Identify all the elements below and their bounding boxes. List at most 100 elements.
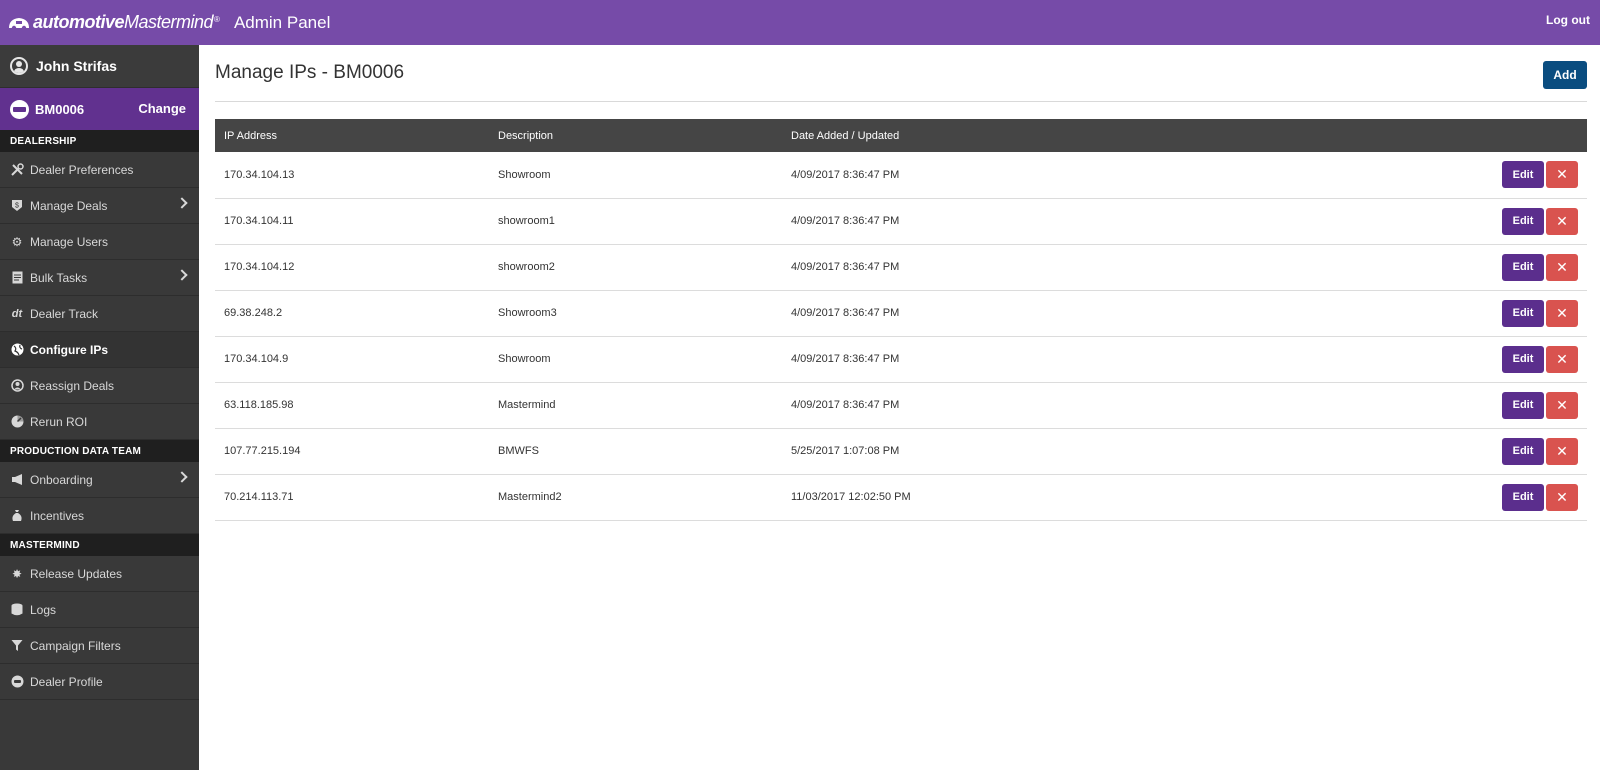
column-header-description: Description [498, 129, 554, 142]
delete-button[interactable]: ✕ [1546, 207, 1578, 235]
ip-address-cell: 170.34.104.12 [215, 244, 489, 291]
actions-cell: Edit ✕ [1182, 382, 1587, 429]
chevron-right-icon [176, 471, 188, 483]
app-title: Admin Panel [233, 12, 331, 32]
date-cell: 4/09/2017 8:36:47 PM [782, 244, 1182, 291]
description-cell: Showroom [489, 152, 782, 199]
logo-text-regular: Mastermind [124, 12, 214, 32]
user-circle-icon [10, 379, 24, 393]
user-profile[interactable]: John Strifas [0, 45, 199, 88]
top-bar: automotive Mastermind ® Admin Panel Log ou… [0, 0, 1600, 45]
sidebar-item-label: Bulk Tasks [30, 270, 88, 285]
change-dealer-link[interactable]: Change [138, 101, 186, 116]
edit-button[interactable]: Edit [1502, 391, 1544, 419]
delete-button[interactable]: ✕ [1546, 345, 1578, 373]
filter-icon [10, 639, 24, 653]
page-title: Manage IPs - BM0006 [215, 62, 405, 83]
section-heading-production-data-team: PRODUCTION DATA TEAM [0, 440, 199, 462]
ip-address-cell: 170.34.104.9 [215, 336, 489, 383]
description-cell: Showroom3 [489, 290, 782, 337]
add-ip-button[interactable]: Add [1543, 61, 1587, 89]
description-cell: Mastermind2 [489, 474, 782, 521]
sidebar-item-campaign-filters[interactable]: Campaign Filters [0, 628, 199, 664]
sidebar-item-configure-ips[interactable]: Configure IPs [0, 332, 199, 368]
ip-address-cell: 63.118.185.98 [215, 382, 489, 429]
edit-button[interactable]: Edit [1502, 253, 1544, 281]
document-icon [10, 271, 24, 285]
table-header-row: IP Address Description Date Added / Upda… [215, 119, 1587, 152]
car-icon [10, 675, 24, 689]
delete-button[interactable]: ✕ [1546, 483, 1578, 511]
dollar-shield-icon: $ [10, 199, 24, 213]
edit-button[interactable]: Edit [1502, 483, 1544, 511]
sidebar-item-label: Manage Deals [30, 198, 108, 213]
date-cell: 11/03/2017 12:02:50 PM [782, 474, 1182, 521]
delete-button[interactable]: ✕ [1546, 391, 1578, 419]
sidebar-item-dealer-track[interactable]: dt Dealer Track [0, 296, 199, 332]
actions-cell: Edit ✕ [1182, 244, 1587, 291]
date-cell: 4/09/2017 8:36:47 PM [782, 336, 1182, 383]
sidebar-item-dealer-profile[interactable]: Dealer Profile [0, 664, 199, 700]
ip-address-cell: 170.34.104.11 [215, 198, 489, 245]
sidebar-item-incentives[interactable]: Incentives [0, 498, 199, 534]
table-row: 170.34.104.9 Showroom 4/09/2017 8:36:47 … [215, 336, 1587, 383]
car-logo-icon [9, 17, 29, 30]
globe-icon [10, 343, 24, 357]
money-bag-icon [10, 509, 24, 523]
table-row: 107.77.215.194 BMWFS 5/25/2017 1:07:08 P… [215, 428, 1587, 475]
sidebar-item-bulk-tasks[interactable]: Bulk Tasks [0, 260, 199, 296]
description-cell: BMWFS [489, 428, 782, 475]
close-icon: ✕ [1556, 488, 1568, 505]
logo-text-bold: automotive [33, 12, 125, 32]
date-cell: 4/09/2017 8:36:47 PM [782, 382, 1182, 429]
edit-button[interactable]: Edit [1502, 437, 1544, 465]
column-header-date: Date Added / Updated [791, 129, 900, 142]
sidebar-item-rerun-roi[interactable]: Rerun ROI [0, 404, 199, 440]
sidebar-item-label: Dealer Preferences [30, 162, 134, 177]
sidebar-item-onboarding[interactable]: Onboarding [0, 462, 199, 498]
ip-address-cell: 107.77.215.194 [215, 428, 489, 475]
actions-cell: Edit ✕ [1182, 474, 1587, 521]
actions-cell: Edit ✕ [1182, 290, 1587, 337]
edit-button[interactable]: Edit [1502, 299, 1544, 327]
delete-button[interactable]: ✕ [1546, 437, 1578, 465]
date-cell: 5/25/2017 1:07:08 PM [782, 428, 1182, 475]
sidebar-item-manage-deals[interactable]: $ Manage Deals [0, 188, 199, 224]
date-cell: 4/09/2017 8:36:47 PM [782, 198, 1182, 245]
edit-button[interactable]: Edit [1502, 345, 1544, 373]
edit-button[interactable]: Edit [1502, 207, 1544, 235]
dealer-code: BM0006 [35, 101, 85, 117]
sidebar: John Strifas BM0006 Change DEALERSHIP De… [0, 45, 199, 770]
actions-cell: Edit ✕ [1182, 152, 1587, 199]
sidebar-item-label: Release Updates [30, 566, 123, 581]
delete-button[interactable]: ✕ [1546, 253, 1578, 281]
table-row: 170.34.104.12 showroom2 4/09/2017 8:36:4… [215, 244, 1587, 291]
close-icon: ✕ [1556, 258, 1568, 275]
close-icon: ✕ [1556, 304, 1568, 321]
table-row: 70.214.113.71 Mastermind2 11/03/2017 12:… [215, 474, 1587, 521]
close-icon: ✕ [1556, 442, 1568, 459]
sidebar-item-reassign-deals[interactable]: Reassign Deals [0, 368, 199, 404]
logo[interactable]: automotive Mastermind ® [7, 0, 220, 45]
close-icon: ✕ [1556, 212, 1568, 229]
sidebar-item-manage-users[interactable]: ⚙ Manage Users [0, 224, 199, 260]
sidebar-item-label: Rerun ROI [30, 414, 88, 429]
logout-link[interactable]: Log out [1546, 13, 1590, 27]
sidebar-item-dealer-preferences[interactable]: Dealer Preferences [0, 152, 199, 188]
description-cell: showroom1 [489, 198, 782, 245]
dealer-car-icon [10, 99, 29, 119]
sidebar-item-label: Dealer Track [30, 306, 99, 321]
sidebar-item-logs[interactable]: Logs [0, 592, 199, 628]
table-row: 170.34.104.11 showroom1 4/09/2017 8:36:4… [215, 198, 1587, 245]
actions-cell: Edit ✕ [1182, 336, 1587, 383]
gear-icon: ⚙ [11, 234, 23, 249]
chevron-right-icon [176, 197, 188, 209]
sidebar-item-label: Incentives [30, 508, 85, 523]
sidebar-item-release-updates[interactable]: ✸ Release Updates [0, 556, 199, 592]
delete-button[interactable]: ✕ [1546, 161, 1578, 189]
sidebar-item-label: Dealer Profile [30, 674, 103, 689]
delete-button[interactable]: ✕ [1546, 299, 1578, 327]
column-header-ip-address: IP Address [224, 129, 277, 142]
column-header-actions [1182, 119, 1587, 152]
edit-button[interactable]: Edit [1502, 161, 1544, 189]
